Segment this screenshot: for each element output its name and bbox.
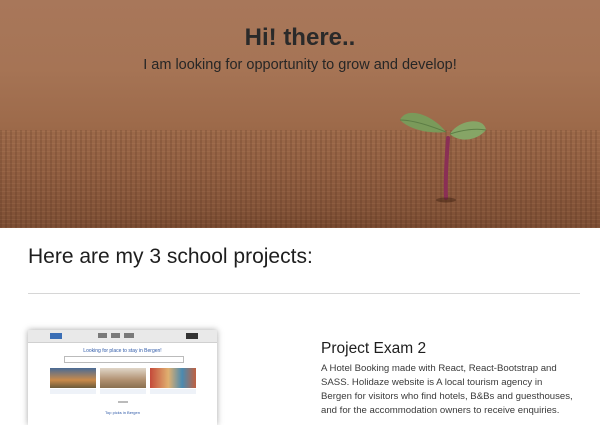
thumbnail-hotel-image	[150, 368, 196, 388]
project-title: Project Exam 2	[321, 340, 427, 357]
thumbnail-nav-item	[111, 333, 120, 338]
thumbnail-caption	[100, 389, 146, 394]
thumbnail-caption	[150, 389, 196, 394]
thumbnail-search	[64, 356, 184, 363]
hero-subtitle: I am looking for opportunity to grow and…	[143, 57, 457, 73]
thumbnail-nav-item	[98, 333, 107, 338]
thumbnail-heading: Looking for place to stay in Bergen!	[83, 348, 162, 354]
thumbnail-hotel-image	[50, 368, 96, 388]
project-thumbnail[interactable]: Looking for place to stay in Bergen! Top…	[28, 330, 217, 425]
thumbnail-nav-item	[124, 333, 134, 338]
thumbnail-hotel-image	[100, 368, 146, 388]
thumbnail-subheading: Top picks in Bergen	[105, 410, 140, 415]
thumbnail-carousel-dots	[118, 401, 128, 403]
projects-heading: Here are my 3 school projects:	[28, 245, 313, 268]
thumbnail-nav-button	[186, 333, 198, 339]
sprout-image	[399, 112, 487, 203]
project-description: A Hotel Booking made with React, React-B…	[321, 363, 573, 416]
hero-banner: Hi! there.. I am looking for opportunity…	[0, 0, 600, 228]
soil-texture	[0, 130, 600, 228]
thumbnail-logo	[50, 333, 62, 339]
hero-title: Hi! there..	[244, 24, 356, 51]
section-divider	[28, 293, 580, 294]
thumbnail-caption	[50, 389, 96, 394]
